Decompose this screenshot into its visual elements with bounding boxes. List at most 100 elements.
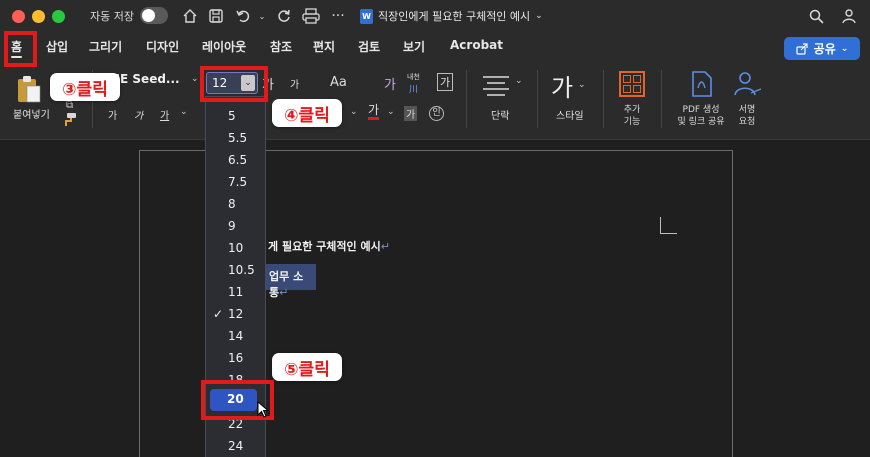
font-size-option-label: 24 bbox=[228, 439, 244, 453]
font-size-option-label: 16 bbox=[228, 351, 244, 365]
annotation-box-font-size bbox=[200, 66, 268, 102]
minimize-window-button[interactable] bbox=[32, 10, 45, 23]
tab-design[interactable]: 디자인 bbox=[146, 38, 179, 55]
paragraph-icon[interactable] bbox=[481, 74, 511, 100]
addins-tile bbox=[633, 85, 641, 93]
tab-references[interactable]: 참조 bbox=[270, 38, 292, 55]
styles-button[interactable]: 가 bbox=[551, 68, 573, 103]
font-size-option[interactable]: 9 bbox=[206, 216, 267, 238]
enclose-characters-button[interactable]: 인 bbox=[429, 106, 444, 121]
chevron-down-icon[interactable]: ⌄ bbox=[578, 80, 586, 90]
character-border-button[interactable]: 가 bbox=[437, 73, 454, 91]
clipboard-icon[interactable] bbox=[16, 74, 42, 108]
print-icon[interactable] bbox=[300, 5, 322, 27]
undo-dropdown-icon[interactable]: ⌄ bbox=[256, 5, 268, 27]
paragraph-mark-icon: ↵ bbox=[380, 240, 390, 253]
character-shading-button[interactable]: 가 bbox=[404, 106, 418, 121]
chevron-down-icon[interactable]: ⌄ bbox=[515, 76, 523, 86]
font-size-option[interactable]: 5.5 bbox=[206, 128, 267, 150]
tab-mailings[interactable]: 편지 bbox=[313, 38, 335, 55]
selected-text[interactable]: 업무 소통↵ bbox=[266, 264, 316, 299]
font-size-option[interactable]: 11 bbox=[206, 282, 267, 304]
tab-insert[interactable]: 삽입 bbox=[46, 38, 68, 55]
chevron-down-icon[interactable]: ⌄ bbox=[191, 74, 199, 84]
home-icon[interactable] bbox=[180, 5, 200, 27]
callout-step3: ③클릭 bbox=[50, 73, 120, 101]
font-size-option-label: 6.5 bbox=[228, 153, 248, 167]
font-name-box[interactable]: NE Seed... bbox=[110, 72, 200, 92]
font-size-option-checked[interactable]: ✓ 12 bbox=[206, 304, 267, 326]
tab-layout[interactable]: 레이아웃 bbox=[202, 38, 246, 55]
document-heading-text: 게 필요한 구체적인 예시 bbox=[268, 240, 381, 253]
addins-icon[interactable] bbox=[619, 71, 645, 97]
chevron-down-icon: ⌄ bbox=[840, 43, 849, 54]
create-pdf-line1: PDF 생성 bbox=[682, 105, 720, 115]
chevron-down-icon: ⌄ bbox=[535, 11, 543, 21]
phonetic-guide-button[interactable]: 내천 川 bbox=[407, 72, 420, 95]
addins-tile bbox=[633, 75, 641, 83]
search-icon[interactable] bbox=[806, 5, 826, 27]
annotation-box-home-tab bbox=[4, 31, 37, 67]
chevron-down-icon[interactable]: ⌄ bbox=[350, 107, 358, 117]
tab-view[interactable]: 보기 bbox=[403, 38, 425, 55]
callout-step5: ⑤클릭 bbox=[272, 353, 342, 381]
checkmark-icon: ✓ bbox=[213, 307, 224, 321]
font-size-option[interactable]: 6.5 bbox=[206, 150, 267, 172]
share-button[interactable]: 공유 ⌄ bbox=[784, 37, 860, 60]
underline-button[interactable]: 가 bbox=[160, 107, 169, 122]
tab-review[interactable]: 검토 bbox=[358, 38, 380, 55]
addins-label-line2: 기능 bbox=[623, 117, 641, 127]
font-size-option[interactable]: 8 bbox=[206, 194, 267, 216]
font-size-option[interactable]: 10.5 bbox=[206, 260, 267, 282]
document-heading[interactable]: 게 필요한 구체적인 예시↵ bbox=[268, 238, 390, 254]
chevron-down-icon[interactable]: ⌄ bbox=[180, 107, 188, 117]
phonetic-bottom-text: 川 bbox=[408, 85, 418, 95]
create-pdf-label[interactable]: PDF 생성 및 링크 공유 bbox=[670, 104, 732, 128]
paste-label[interactable]: 붙여넣기 bbox=[13, 106, 50, 121]
shrink-font-button[interactable]: 가 bbox=[290, 76, 299, 91]
tab-draw[interactable]: 그리기 bbox=[89, 38, 122, 55]
request-signature-icon[interactable] bbox=[733, 71, 763, 101]
addins-tile bbox=[623, 85, 631, 93]
font-size-option[interactable]: 10 bbox=[206, 238, 267, 260]
clear-format-button[interactable]: 가 bbox=[384, 74, 396, 93]
font-size-option-label: 10 bbox=[228, 241, 244, 255]
font-size-option[interactable]: 14 bbox=[206, 326, 267, 348]
request-signature-label[interactable]: 서명 요청 bbox=[732, 104, 762, 128]
chevron-down-icon[interactable]: ⌄ bbox=[387, 107, 395, 117]
share-icon bbox=[796, 42, 808, 55]
create-pdf-icon[interactable] bbox=[690, 71, 714, 101]
autosave-toggle[interactable] bbox=[140, 7, 168, 24]
zoom-window-button[interactable] bbox=[52, 10, 65, 23]
font-color-button[interactable]: 가 bbox=[368, 104, 380, 120]
font-size-option[interactable]: 5 bbox=[206, 106, 267, 128]
copy-icon[interactable]: ⧉ bbox=[66, 100, 73, 111]
styles-label: 스타일 bbox=[556, 111, 584, 122]
bold-button[interactable]: 가 bbox=[108, 107, 117, 122]
autosave-label: 자동 저장 bbox=[90, 10, 134, 23]
share-label: 공유 bbox=[813, 42, 836, 56]
font-size-option-label: 10.5 bbox=[228, 263, 255, 277]
change-case-button[interactable]: Aa bbox=[330, 75, 347, 90]
mouse-cursor-icon bbox=[257, 400, 271, 419]
addins-label: 추가 기능 bbox=[617, 104, 647, 128]
paragraph-mark-icon: ↵ bbox=[279, 286, 289, 299]
close-window-button[interactable] bbox=[12, 10, 25, 23]
save-icon[interactable] bbox=[206, 5, 226, 27]
document-title[interactable]: W 직장인에게 필요한 구체적인 예시 ⌄ bbox=[360, 8, 543, 24]
font-size-option[interactable]: 16 bbox=[206, 348, 267, 370]
font-size-option[interactable]: 7.5 bbox=[206, 172, 267, 194]
undo-icon[interactable] bbox=[232, 5, 254, 27]
addins-label-line1: 추가 bbox=[623, 105, 641, 115]
account-icon[interactable] bbox=[838, 5, 860, 27]
italic-button[interactable]: 가 bbox=[134, 107, 143, 122]
margin-corner-mark bbox=[660, 217, 677, 234]
font-size-option[interactable]: 24 bbox=[206, 436, 267, 457]
ribbon-divider bbox=[537, 70, 538, 128]
font-size-option-label: 5 bbox=[228, 109, 236, 123]
tab-acrobat[interactable]: Acrobat bbox=[450, 38, 503, 52]
redo-icon[interactable] bbox=[274, 5, 294, 27]
more-options-icon[interactable]: ··· bbox=[328, 5, 348, 27]
format-painter-icon[interactable] bbox=[62, 112, 78, 132]
paragraph-label: 단락 bbox=[491, 111, 510, 122]
